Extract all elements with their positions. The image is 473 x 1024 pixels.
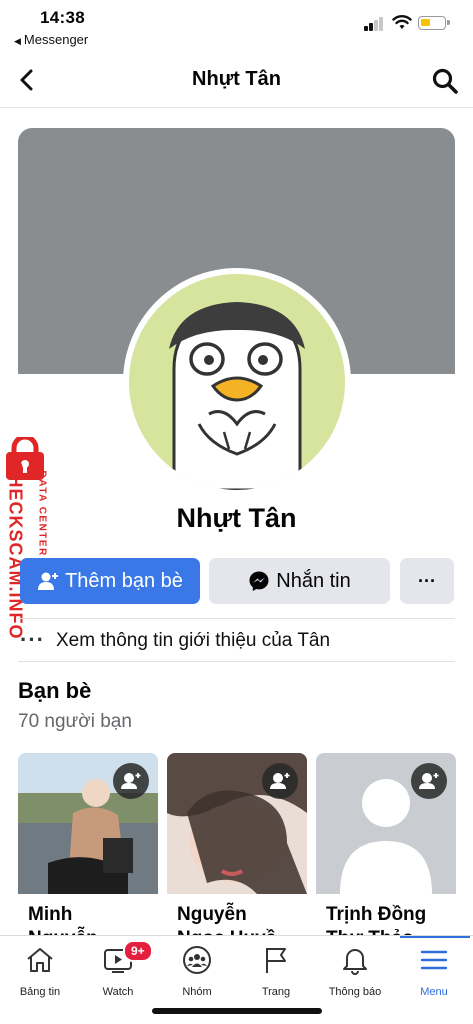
tab-label: Nhóm: [182, 986, 212, 998]
tab-label: Trang: [261, 986, 291, 998]
add-friend-label: Thêm bạn bè: [65, 569, 183, 592]
tab-groups[interactable]: Nhóm: [158, 944, 236, 1004]
active-tab-indicator: [400, 936, 470, 938]
page-title: Nhựt Tân: [192, 68, 281, 90]
message-button[interactable]: Nhắn tin: [209, 558, 390, 604]
duck-illustration: [169, 302, 305, 490]
messenger-icon: [249, 571, 269, 591]
add-friend-icon[interactable]: [113, 763, 149, 799]
avatar-image: [129, 274, 345, 490]
status-time: 14:38: [40, 8, 85, 27]
flag-icon: [266, 948, 286, 973]
search-icon[interactable]: [430, 66, 460, 96]
home-indicator[interactable]: [152, 1008, 322, 1014]
intro-link[interactable]: ··· Xem thông tin giới thiệu của Tân: [18, 618, 455, 662]
tab-notifications[interactable]: Thông báo: [316, 944, 394, 1004]
wifi-icon: [392, 15, 412, 29]
add-friend-icon: [38, 572, 59, 590]
friend-name-line1: Nguyễn: [177, 904, 247, 925]
more-options-button[interactable]: ···: [400, 558, 454, 604]
home-icon: [27, 948, 53, 972]
cellular-signal-icon: [364, 17, 386, 31]
add-friend-icon[interactable]: [262, 763, 298, 799]
tab-pages[interactable]: Trang: [237, 944, 315, 1004]
tab-label: Watch: [102, 986, 134, 998]
friends-section-title: Bạn bè: [18, 678, 92, 703]
profile-name: Nhựt Tân: [176, 503, 297, 533]
friend-name-line1: Trịnh Đồng: [326, 904, 427, 925]
more-dots-icon: ···: [418, 570, 436, 591]
back-to-app-link[interactable]: ◀ Messenger: [14, 32, 88, 47]
tab-label: Bảng tin: [19, 986, 61, 998]
back-app-label: Messenger: [23, 32, 89, 47]
friend-card[interactable]: Trịnh Đồng Thư Thảo: [316, 753, 456, 943]
tab-news-feed[interactable]: Bảng tin: [1, 944, 79, 1004]
intro-text: Xem thông tin giới thiệu của Tân: [56, 630, 331, 651]
add-friend-icon[interactable]: [411, 763, 447, 799]
profile-avatar[interactable]: [123, 268, 351, 496]
back-triangle-icon: ◀: [14, 36, 21, 46]
tab-menu[interactable]: Menu: [395, 944, 473, 1004]
ellipsis-icon: ···: [20, 627, 45, 652]
friend-card[interactable]: Nguyễn Ngọc Huyề: [167, 753, 307, 943]
status-bar: 14:38 ◀ Messenger: [0, 0, 473, 52]
friend-name-line1: Minh: [28, 904, 73, 925]
friends-count[interactable]: 70 người bạn: [18, 711, 132, 733]
tab-label: Menu: [420, 986, 448, 998]
watermark-title: CHECKSCAM.INFO: [5, 460, 26, 640]
groups-icon: [183, 946, 211, 974]
battery-icon: [418, 16, 450, 30]
friend-card[interactable]: Minh Nguyễn: [18, 753, 158, 943]
watch-badge: 9+: [123, 940, 153, 962]
tab-label: Thông báo: [328, 986, 382, 998]
tab-watch[interactable]: 9+ Watch: [79, 940, 157, 1004]
menu-icon: [420, 950, 448, 970]
message-label: Nhắn tin: [276, 569, 351, 592]
top-nav: Nhựt Tân: [0, 54, 473, 108]
bell-icon: [343, 949, 367, 975]
add-friend-button[interactable]: Thêm bạn bè: [20, 558, 200, 604]
